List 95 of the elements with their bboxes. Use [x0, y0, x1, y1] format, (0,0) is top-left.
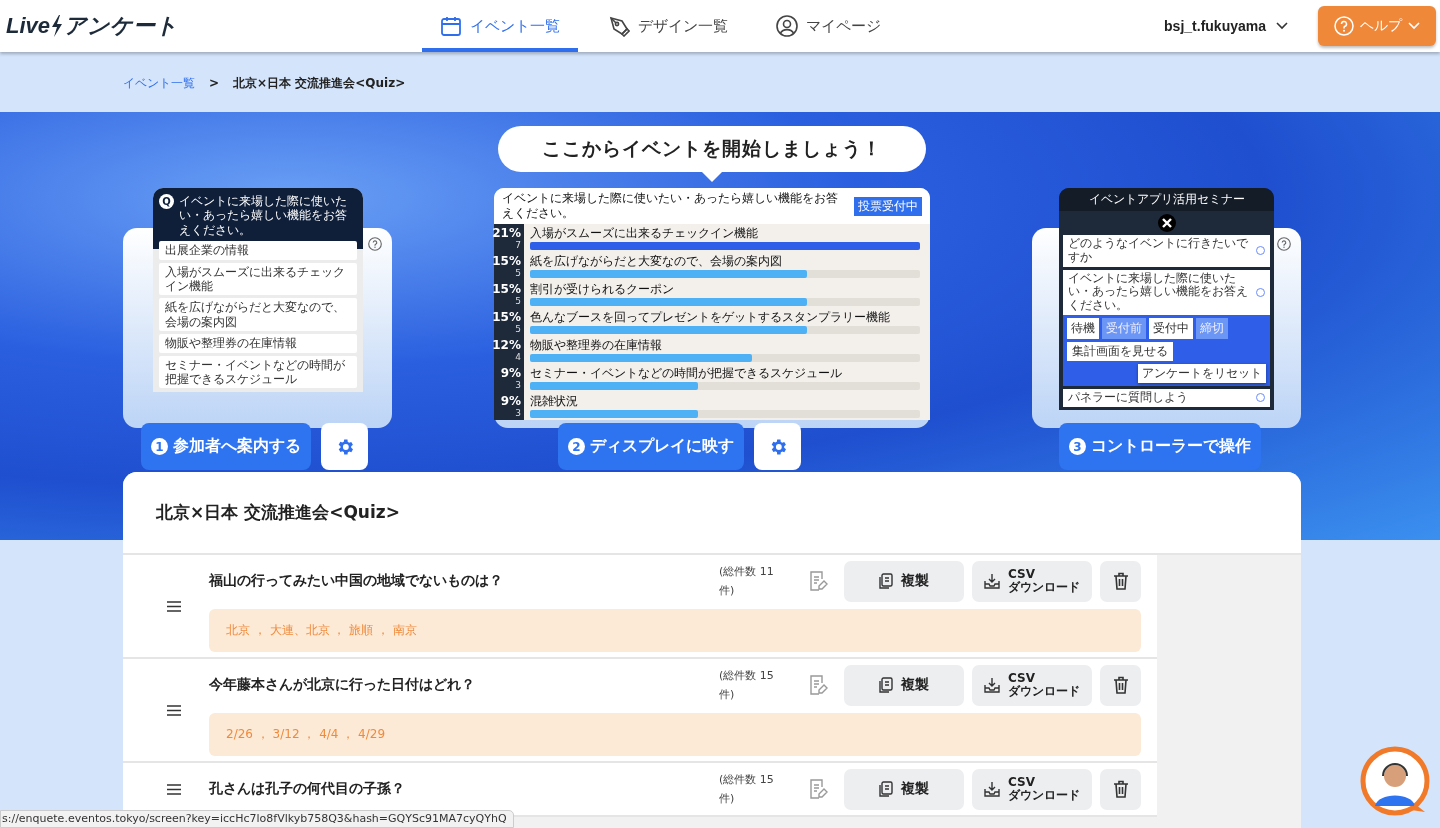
question-mark-badge: Q: [159, 194, 174, 209]
edit-document-icon[interactable]: [807, 674, 829, 696]
csv-download-button[interactable]: CSV ダウンロード: [972, 664, 1092, 706]
breadcrumb-current: 北京×日本 交流推進会<Quiz>: [233, 74, 406, 92]
delete-button[interactable]: [1100, 664, 1141, 706]
preview-question: どのようなイベントに行きたいですか: [1068, 237, 1249, 265]
nav-tab[interactable]: イベント一覧: [422, 0, 578, 52]
calendar-icon: [440, 15, 462, 37]
settings-button[interactable]: [754, 423, 801, 470]
show-results-button[interactable]: 集計画面を見せる: [1067, 342, 1173, 361]
count-text: 5: [515, 268, 521, 278]
step-button[interactable]: 1 参加者へ案内する: [141, 423, 311, 470]
download-icon: [984, 573, 1000, 589]
logo-text: Live: [6, 13, 51, 39]
count-text: 5: [515, 296, 521, 306]
speech-bubble-tail: [702, 172, 722, 182]
step-button[interactable]: 2 ディスプレイに映す: [558, 423, 744, 470]
answer-options: 2/26 ， 3/12 ， 4/4 ， 4/29: [209, 713, 1141, 756]
duplicate-button[interactable]: 複製: [844, 560, 964, 602]
count-text: 7: [515, 240, 521, 250]
count-text: 3: [515, 408, 521, 418]
csv-download-button[interactable]: CSV ダウンロード: [972, 768, 1092, 810]
trash-icon: [1112, 572, 1129, 590]
operator-avatar-icon: [1360, 746, 1430, 816]
copy-icon: [879, 573, 893, 589]
answer-count: (総件数 15 件): [719, 668, 775, 703]
logo-text: アンケート: [64, 12, 179, 40]
trash-icon: [1112, 676, 1129, 694]
option-label: 紙を広げながらだと大変なので、会場の案内図: [530, 254, 783, 268]
breadcrumb-separator: >: [209, 76, 220, 90]
count-text: 4: [515, 352, 521, 362]
trash-icon: [1112, 780, 1129, 798]
help-icon[interactable]: [368, 237, 382, 251]
question-title: 孔さんは孔子の何代目の子孫？: [209, 780, 406, 798]
delete-button[interactable]: [1100, 768, 1141, 810]
copy-icon: [879, 781, 893, 797]
option-label: 入場がスムーズに出来るチェックイン機能: [530, 226, 759, 240]
preview-option: 紙を広げながらだと大変なので、会場の案内図: [159, 298, 357, 332]
logo-icon: [1157, 214, 1176, 232]
user-icon: [776, 15, 798, 37]
reset-popup-menu[interactable]: アンケートをリセット: [1138, 364, 1266, 383]
preview-title: イベントアプリ活用セミナー: [1059, 188, 1274, 211]
settings-button[interactable]: [321, 423, 368, 470]
state-button[interactable]: 受付中: [1149, 318, 1193, 339]
chevron-down-icon: [1408, 22, 1420, 30]
count-text: 3: [515, 380, 521, 390]
help-icon[interactable]: [1277, 237, 1291, 251]
status-url: s://enquete.eventos.tokyo/screen?key=iccHc7lo8fVlkyb758Q3&hash=GQYSc91MA7cyQYhQ: [0, 810, 514, 828]
option-label: 割引が受けられるクーポン: [530, 282, 675, 296]
state-button[interactable]: 待機: [1067, 318, 1099, 339]
percent-text: 9%: [500, 394, 521, 408]
nav-tab[interactable]: デザイン一覧: [590, 0, 746, 52]
answer-options: 北京 ， 大連、北京 ， 旅順 ， 南京: [209, 609, 1141, 652]
option-label: 色んなブースを回ってプレゼントをゲットするスタンプラリー機能: [530, 310, 891, 324]
event-title: 北京×日本 交流推進会<Quiz>: [123, 472, 1301, 555]
step-button[interactable]: 3 コントローラーで操作: [1059, 423, 1261, 470]
speech-bubble: ここからイベントを開始しましょう！: [498, 126, 926, 172]
csv-download-button[interactable]: CSV ダウンロード: [972, 560, 1092, 602]
help-icon: [1334, 16, 1354, 36]
preview-option: 物販や整理券の在庫情報: [159, 334, 357, 353]
question-title: 今年藤本さんが北京に行った日付はどれ？: [209, 676, 476, 694]
option-label: 物販や整理券の在庫情報: [530, 338, 663, 352]
answer-count: (総件数 15 件): [719, 772, 775, 807]
drag-handle-icon[interactable]: [167, 600, 181, 612]
user-menu[interactable]: bsj_t.fukuyama: [1164, 18, 1288, 34]
option-label: セミナー・イベントなどの時間が把握できるスケジュール: [530, 366, 843, 380]
preview-title: イベントに来場した際に使いたい・あったら嬉しい機能をお答えください。: [502, 191, 839, 221]
preview-option: 出展企業の情報: [159, 241, 357, 260]
pen-nib-icon: [608, 15, 630, 37]
chevron-down-icon: [1276, 22, 1288, 30]
question-title: 福山の行ってみたい中国の地域でないものは？: [209, 572, 504, 590]
breadcrumb-link[interactable]: イベント一覧: [123, 74, 195, 92]
preview-option: 入場がスムーズに出来るチェックイン機能: [159, 262, 357, 296]
support-chat-button[interactable]: [1360, 746, 1430, 816]
status-badge: 投票受付中: [854, 196, 922, 216]
delete-button[interactable]: [1100, 560, 1141, 602]
edit-document-icon[interactable]: [807, 570, 829, 592]
drag-handle-icon[interactable]: [167, 704, 181, 716]
option-label: 混雑状況: [530, 394, 579, 408]
preview-question: パネラーに質問しよう: [1068, 391, 1189, 405]
lightning-icon: [51, 15, 64, 37]
download-icon: [984, 781, 1000, 797]
preview-question: イベントに来場した際に使いたい・あったら嬉しい機能をお答えください。: [179, 194, 348, 238]
download-icon: [984, 677, 1000, 693]
count-text: 5: [515, 324, 521, 334]
percent-text: 9%: [500, 366, 521, 380]
answer-count: (総件数 11 件): [719, 564, 775, 599]
preview-question: イベントに来場した際に使いたい・あったら嬉しい機能をお答えください。: [1068, 271, 1249, 313]
drag-handle-icon[interactable]: [167, 783, 181, 795]
duplicate-button[interactable]: 複製: [844, 664, 964, 706]
duplicate-button[interactable]: 複製: [844, 768, 964, 810]
nav-tab[interactable]: マイページ: [758, 0, 899, 52]
edit-document-icon[interactable]: [807, 778, 829, 800]
copy-icon: [879, 677, 893, 693]
preview-option: セミナー・イベントなどの時間が把握できるスケジュール: [159, 355, 357, 389]
